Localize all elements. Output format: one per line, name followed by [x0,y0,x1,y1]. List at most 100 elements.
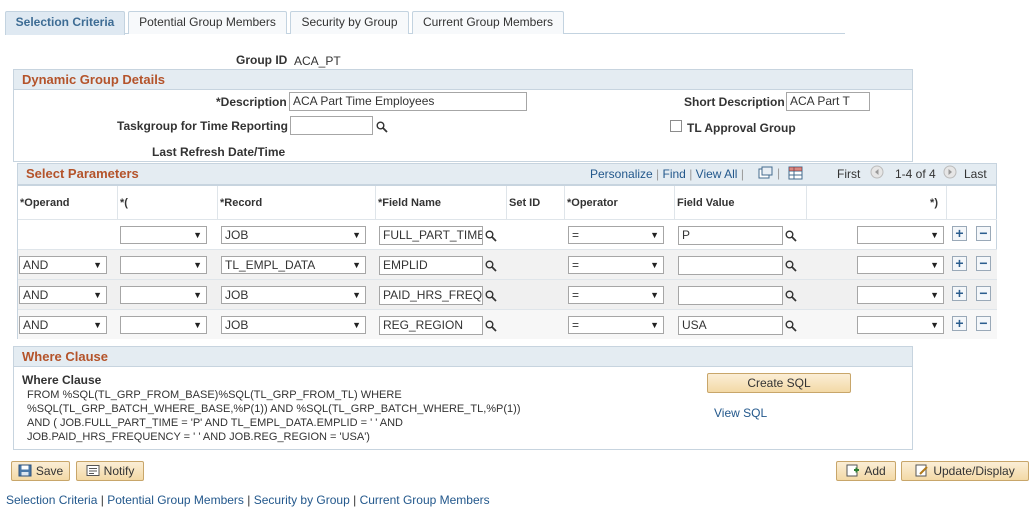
dynamic-group-header: Dynamic Group Details [14,70,912,90]
record-select[interactable]: JOB ▼ [221,316,366,334]
col-field-name: *Field Name [376,186,507,220]
tl-approval-checkbox[interactable] [670,120,682,132]
col-close-paren: *) [807,186,947,220]
field-name-input[interactable]: FULL_PART_TIME [379,226,483,245]
operand-select[interactable]: AND ▼ [19,316,107,334]
view-all-link[interactable]: View All [696,167,738,181]
operand-value: AND [23,288,49,302]
table-row: ▼ JOB ▼ FULL_PART_TIME = ▼ P ▼ + − [18,219,997,249]
record-value: JOB [225,318,249,332]
separator: | [353,493,357,507]
col-operator: *Operator [565,186,675,220]
search-icon[interactable] [485,320,497,332]
tab-security-by-group[interactable]: Security by Group [290,11,409,34]
tab-selection-criteria[interactable]: Selection Criteria [5,11,125,35]
download-grid-icon[interactable] [788,166,804,180]
col-operand: *Operand [18,186,118,220]
footer-link-security-by-group[interactable]: Security by Group [254,493,350,507]
col-set-id: Set ID [507,186,565,220]
search-icon[interactable] [785,230,797,242]
select-parameters-title: Select Parameters [26,166,139,181]
next-icon[interactable] [943,165,957,179]
description-field[interactable]: ACA Part Time Employees [289,92,527,111]
footer-link-potential-group-members[interactable]: Potential Group Members [107,493,244,507]
search-icon[interactable] [785,260,797,272]
view-sql-link[interactable]: View SQL [714,406,767,420]
search-icon[interactable] [485,290,497,302]
personalize-link[interactable]: Personalize [590,167,653,181]
operator-select[interactable]: = ▼ [568,316,664,334]
find-link[interactable]: Find [663,167,686,181]
field-name-input[interactable]: PAID_HRS_FREQ [379,286,483,305]
col-actions [947,186,997,220]
save-button[interactable]: Save [11,461,70,481]
record-select[interactable]: TL_EMPL_DATA ▼ [221,256,366,274]
footer-link-selection-criteria[interactable]: Selection Criteria [6,493,97,507]
row-range: 1-4 of 4 [895,167,936,181]
tab-potential-group-members[interactable]: Potential Group Members [128,11,287,34]
add-button[interactable]: Add [836,461,896,481]
close-paren-select[interactable]: ▼ [857,286,944,304]
record-select[interactable]: JOB ▼ [221,286,366,304]
search-icon[interactable] [485,230,497,242]
taskgroup-field[interactable] [290,116,373,135]
delete-row-icon[interactable]: − [976,316,991,331]
group-id-value: ACA_PT [294,54,341,68]
table-row: AND ▼ ▼ JOB ▼ PAID_HRS_FREQ = ▼ ▼ + − [18,279,997,309]
tab-current-group-members[interactable]: Current Group Members [412,11,564,34]
notify-button[interactable]: Notify [76,461,144,481]
search-icon[interactable] [376,121,388,133]
grid-header-row: *Operand *( *Record *Field Name Set ID *… [18,185,997,220]
open-paren-select[interactable]: ▼ [120,316,207,334]
search-icon[interactable] [485,260,497,272]
dynamic-group-details: Dynamic Group Details [13,69,913,162]
open-paren-select[interactable]: ▼ [120,256,207,274]
table-row: AND ▼ ▼ TL_EMPL_DATA ▼ EMPLID = ▼ ▼ + − [18,249,997,279]
add-row-icon[interactable]: + [952,286,967,301]
operator-select[interactable]: = ▼ [568,256,664,274]
field-name-input[interactable]: REG_REGION [379,316,483,335]
separator: | [247,493,251,507]
field-value-input[interactable]: USA [678,316,783,335]
tab-label: Current Group Members [422,15,554,29]
delete-row-icon[interactable]: − [976,286,991,301]
field-value-input[interactable] [678,256,783,275]
open-paren-select[interactable]: ▼ [120,226,207,244]
sql-line: AND ( JOB.FULL_PART_TIME = 'P' AND TL_EM… [27,417,403,429]
record-select[interactable]: JOB ▼ [221,226,366,244]
update-display-icon [915,464,929,477]
add-row-icon[interactable]: + [952,226,967,241]
operator-value: = [572,228,580,242]
separator: | [100,493,104,507]
previous-icon[interactable] [870,165,884,179]
save-label: Save [35,464,64,478]
operator-select[interactable]: = ▼ [568,226,664,244]
open-paren-select[interactable]: ▼ [120,286,207,304]
delete-row-icon[interactable]: − [976,256,991,271]
tab-label: Security by Group [301,15,398,29]
operand-select[interactable]: AND ▼ [19,286,107,304]
close-paren-select[interactable]: ▼ [857,226,944,244]
operand-select[interactable]: AND ▼ [19,256,107,274]
search-icon[interactable] [785,290,797,302]
col-open-paren: *( [118,186,218,220]
first-label: First [837,167,861,181]
footer-link-current-group-members[interactable]: Current Group Members [360,493,490,507]
short-description-field[interactable]: ACA Part T [786,92,870,111]
delete-row-icon[interactable]: − [976,226,991,241]
taskgroup-label: Taskgroup for Time Reporting [117,119,288,133]
zoom-grid-icon[interactable] [758,166,774,180]
last-refresh-label: Last Refresh Date/Time [152,145,286,159]
field-value-input[interactable] [678,286,783,305]
field-name-input[interactable]: EMPLID [379,256,483,275]
add-row-icon[interactable]: + [952,256,967,271]
operand-value: AND [23,318,49,332]
create-sql-button[interactable]: Create SQL [707,373,851,393]
update-display-button[interactable]: Update/Display [901,461,1029,481]
close-paren-select[interactable]: ▼ [857,316,944,334]
close-paren-select[interactable]: ▼ [857,256,944,274]
field-value-input[interactable]: P [678,226,783,245]
search-icon[interactable] [785,320,797,332]
add-row-icon[interactable]: + [952,316,967,331]
operator-select[interactable]: = ▼ [568,286,664,304]
